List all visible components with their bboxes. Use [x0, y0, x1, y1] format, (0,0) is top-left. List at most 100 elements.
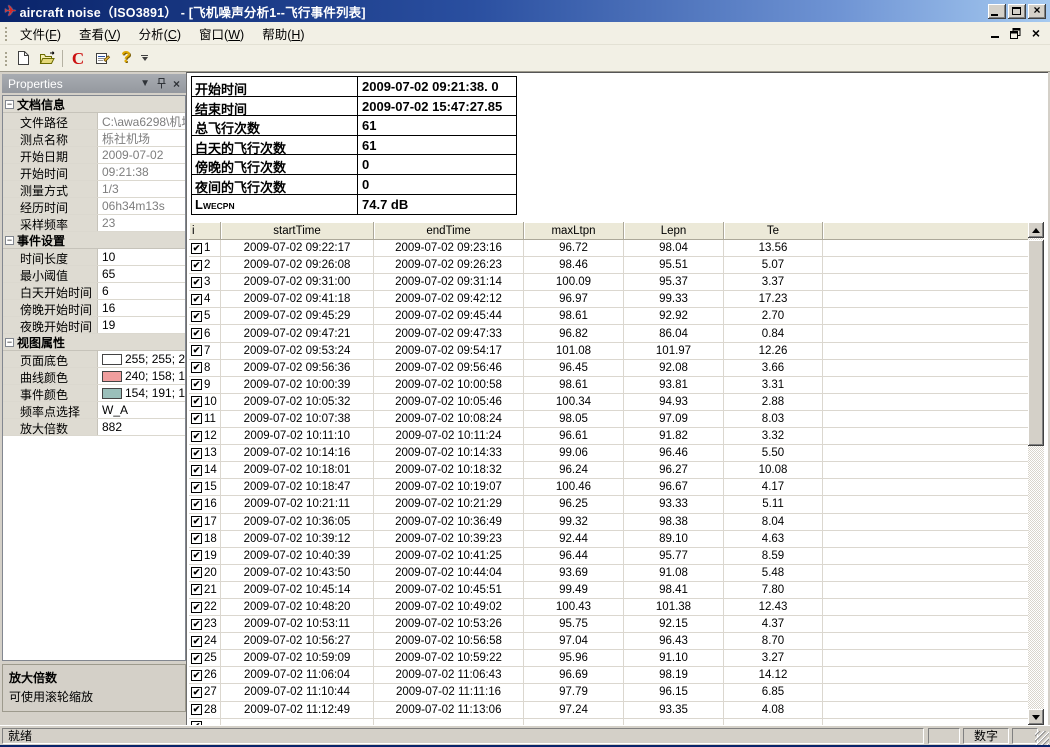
- resize-grip[interactable]: [1035, 731, 1049, 745]
- column-header-i[interactable]: i: [189, 222, 221, 240]
- column-header-endTime[interactable]: endTime: [374, 222, 524, 240]
- row-checkbox[interactable]: ✔: [191, 448, 202, 459]
- scroll-down-button[interactable]: [1028, 709, 1044, 725]
- event-row[interactable]: ✔252009-07-02 10:59:092009-07-02 10:59:2…: [189, 650, 1028, 667]
- menu-item-help[interactable]: 帮助(H): [253, 22, 313, 45]
- scroll-up-button[interactable]: [1028, 222, 1044, 238]
- property-value[interactable]: 09:21:38: [98, 164, 185, 180]
- row-checkbox[interactable]: ✔: [191, 345, 202, 356]
- event-row[interactable]: ✔202009-07-02 10:43:502009-07-02 10:44:0…: [189, 565, 1028, 582]
- row-checkbox[interactable]: ✔: [191, 499, 202, 510]
- property-value[interactable]: 65: [98, 266, 185, 282]
- child-minimize-icon[interactable]: [991, 36, 999, 38]
- row-checkbox[interactable]: ✔: [191, 413, 202, 424]
- event-row[interactable]: ✔222009-07-02 10:48:202009-07-02 10:49:0…: [189, 599, 1028, 616]
- row-checkbox[interactable]: ✔: [191, 687, 202, 698]
- row-checkbox[interactable]: ✔: [191, 328, 202, 339]
- column-header-blank[interactable]: [823, 222, 1028, 240]
- event-row[interactable]: ✔42009-07-02 09:41:182009-07-02 09:42:12…: [189, 291, 1028, 308]
- row-checkbox[interactable]: ✔: [191, 260, 202, 271]
- row-checkbox[interactable]: ✔: [191, 277, 202, 288]
- maximize-button[interactable]: [1008, 4, 1026, 19]
- color-swatch[interactable]: [102, 354, 122, 365]
- event-row[interactable]: ✔102009-07-02 10:05:322009-07-02 10:05:4…: [189, 394, 1028, 411]
- row-checkbox[interactable]: ✔: [191, 550, 202, 561]
- row-checkbox[interactable]: ✔: [191, 533, 202, 544]
- row-checkbox[interactable]: ✔: [191, 567, 202, 578]
- row-checkbox[interactable]: ✔: [191, 243, 202, 254]
- collapse-icon[interactable]: −: [5, 236, 14, 245]
- row-checkbox[interactable]: ✔: [191, 294, 202, 305]
- menu-item-file[interactable]: 文件(F): [11, 22, 70, 45]
- panel-close-icon[interactable]: ×: [173, 78, 180, 90]
- event-row[interactable]: ✔242009-07-02 10:56:272009-07-02 10:56:5…: [189, 633, 1028, 650]
- event-row[interactable]: ✔132009-07-02 10:14:162009-07-02 10:14:3…: [189, 445, 1028, 462]
- property-value[interactable]: 2009-07-02: [98, 147, 185, 163]
- row-checkbox[interactable]: ✔: [191, 584, 202, 595]
- property-value[interactable]: 10: [98, 249, 185, 265]
- toolbar-options-button[interactable]: [138, 47, 151, 69]
- event-row[interactable]: ✔182009-07-02 10:39:122009-07-02 10:39:2…: [189, 531, 1028, 548]
- event-row[interactable]: ✔212009-07-02 10:45:142009-07-02 10:45:5…: [189, 582, 1028, 599]
- row-checkbox[interactable]: ✔: [191, 311, 202, 322]
- event-row[interactable]: ✔82009-07-02 09:56:362009-07-02 09:56:46…: [189, 360, 1028, 377]
- toolbar-grip[interactable]: [3, 50, 7, 67]
- vertical-scrollbar[interactable]: [1028, 222, 1044, 725]
- event-row[interactable]: ✔22009-07-02 09:26:082009-07-02 09:26:23…: [189, 257, 1028, 274]
- row-checkbox[interactable]: ✔: [191, 396, 202, 407]
- child-restore-icon[interactable]: [1010, 28, 1021, 39]
- event-row[interactable]: ✔62009-07-02 09:47:212009-07-02 09:47:33…: [189, 325, 1028, 342]
- column-header-Te[interactable]: Te: [724, 222, 823, 240]
- column-header-maxLtpn[interactable]: maxLtpn: [524, 222, 624, 240]
- new-document-button[interactable]: [11, 47, 35, 69]
- menu-item-window[interactable]: 窗口(W): [190, 22, 253, 45]
- property-value[interactable]: W_A: [98, 402, 185, 418]
- minimize-button[interactable]: [988, 4, 1006, 19]
- event-row[interactable]: ✔282009-07-02 11:12:492009-07-02 11:13:0…: [189, 702, 1028, 719]
- color-swatch[interactable]: [102, 371, 122, 382]
- property-value[interactable]: 255; 255; 25: [98, 351, 185, 367]
- event-row[interactable]: ✔12009-07-02 09:22:172009-07-02 09:23:16…: [189, 240, 1028, 257]
- property-value[interactable]: 882: [98, 419, 185, 435]
- collapse-icon[interactable]: −: [5, 338, 14, 347]
- menu-item-analysis[interactable]: 分析(C): [130, 22, 190, 45]
- event-row[interactable]: ✔262009-07-02 11:06:042009-07-02 11:06:4…: [189, 667, 1028, 684]
- event-row[interactable]: ✔272009-07-02 11:10:442009-07-02 11:11:1…: [189, 684, 1028, 701]
- help-button[interactable]: ?: [114, 47, 138, 69]
- event-row[interactable]: ✔172009-07-02 10:36:052009-07-02 10:36:4…: [189, 514, 1028, 531]
- column-header-Lepn[interactable]: Lepn: [624, 222, 724, 240]
- row-checkbox[interactable]: ✔: [191, 602, 202, 613]
- c-weighting-button[interactable]: C: [66, 47, 90, 69]
- row-checkbox[interactable]: ✔: [191, 636, 202, 647]
- row-checkbox[interactable]: ✔: [191, 362, 202, 373]
- event-row[interactable]: ✔122009-07-02 10:11:102009-07-02 10:11:2…: [189, 428, 1028, 445]
- column-header-startTime[interactable]: startTime: [221, 222, 374, 240]
- properties-button[interactable]: [90, 47, 114, 69]
- row-checkbox[interactable]: ✔: [191, 619, 202, 630]
- panel-menu-chevron-icon[interactable]: ▼: [140, 79, 150, 89]
- event-row[interactable]: ✔92009-07-02 10:00:392009-07-02 10:00:58…: [189, 377, 1028, 394]
- row-checkbox[interactable]: ✔: [191, 431, 202, 442]
- property-value[interactable]: 23: [98, 215, 185, 231]
- property-value[interactable]: 栎社机场: [98, 130, 185, 146]
- menubar-grip[interactable]: [3, 25, 7, 42]
- property-value[interactable]: 19: [98, 317, 185, 333]
- row-checkbox[interactable]: ✔: [191, 516, 202, 527]
- event-row[interactable]: ✔72009-07-02 09:53:242009-07-02 09:54:17…: [189, 343, 1028, 360]
- property-value[interactable]: 240; 158; 15: [98, 368, 185, 384]
- event-row[interactable]: ✔192009-07-02 10:40:392009-07-02 10:41:2…: [189, 548, 1028, 565]
- event-row[interactable]: ✔112009-07-02 10:07:382009-07-02 10:08:2…: [189, 411, 1028, 428]
- property-value[interactable]: 16: [98, 300, 185, 316]
- event-row[interactable]: ✔162009-07-02 10:21:112009-07-02 10:21:2…: [189, 496, 1028, 513]
- row-checkbox[interactable]: ✔: [191, 379, 202, 390]
- pin-icon[interactable]: [157, 78, 166, 89]
- event-row[interactable]: ✔232009-07-02 10:53:112009-07-02 10:53:2…: [189, 616, 1028, 633]
- open-file-button[interactable]: [35, 47, 59, 69]
- property-value[interactable]: 154; 191; 18: [98, 385, 185, 401]
- event-row[interactable]: ✔32009-07-02 09:31:002009-07-02 09:31:14…: [189, 274, 1028, 291]
- row-checkbox[interactable]: ✔: [191, 704, 202, 715]
- collapse-icon[interactable]: −: [5, 100, 14, 109]
- event-row[interactable]: ✔142009-07-02 10:18:012009-07-02 10:18:3…: [189, 462, 1028, 479]
- scrollbar-thumb[interactable]: [1028, 240, 1044, 446]
- color-swatch[interactable]: [102, 388, 122, 399]
